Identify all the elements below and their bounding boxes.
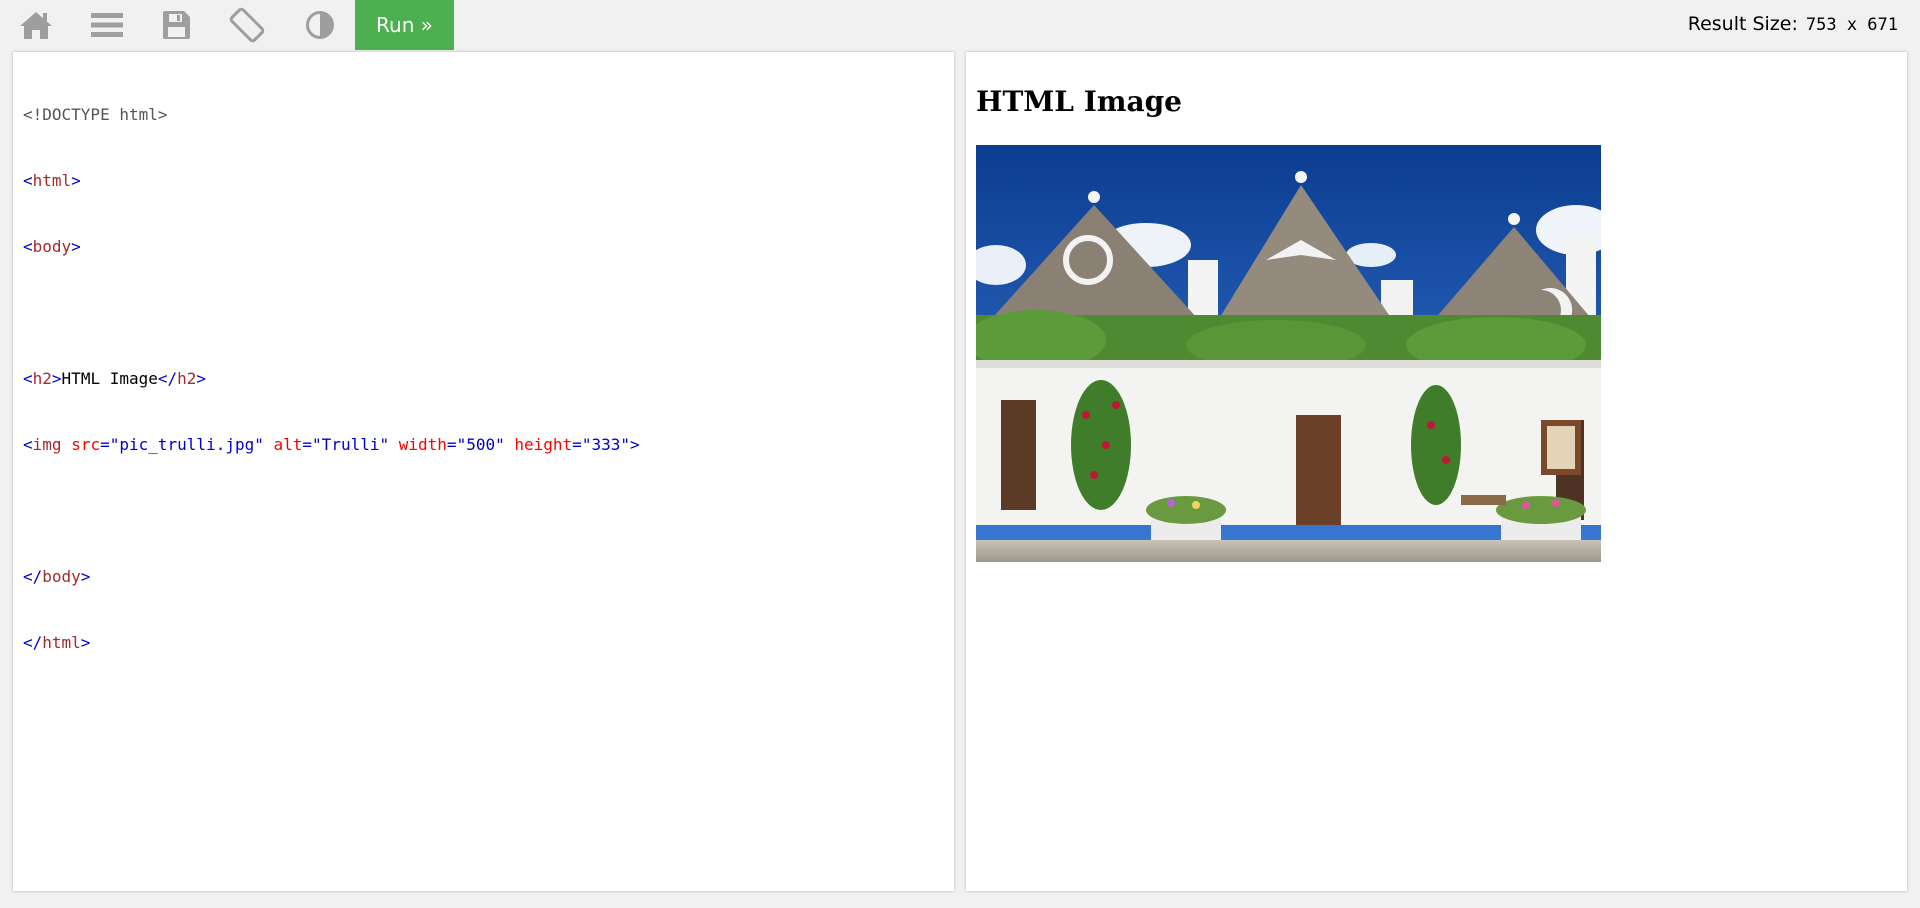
result-size: Result Size: 753 x 671	[1688, 13, 1898, 37]
value-token: "Trulli"	[312, 435, 390, 454]
code-line: <h2>HTML Image</h2>	[23, 369, 207, 388]
tag-token: html	[42, 633, 81, 652]
home-button[interactable]	[0, 0, 72, 50]
trulli-image	[976, 145, 1601, 562]
tag-token: html	[32, 171, 72, 190]
text-token: HTML Image	[61, 369, 158, 388]
value-token: "500"	[456, 435, 505, 454]
run-button[interactable]: Run »	[355, 0, 454, 50]
code-line: </html>	[23, 633, 91, 652]
tag-token: img	[32, 435, 62, 454]
save-icon	[163, 11, 190, 39]
contrast-button[interactable]	[284, 0, 356, 50]
code-line: <body>	[23, 237, 81, 256]
code-editor[interactable]: <!DOCTYPE html> <html> <body> <h2>HTML I…	[13, 52, 954, 891]
code-line: </body>	[23, 567, 91, 586]
attr-token: width	[398, 435, 447, 454]
menu-icon	[91, 13, 123, 37]
value-token: "pic_trulli.jpg"	[109, 435, 264, 454]
result-size-label: Result Size:	[1687, 13, 1798, 35]
code-line: <img src="pic_trulli.jpg" alt="Trulli" w…	[23, 435, 640, 454]
attr-token: alt	[273, 435, 303, 454]
tag-token: h2	[32, 369, 52, 388]
result-size-value: 753 x 671	[1805, 15, 1898, 35]
tag-token: h2	[177, 369, 197, 388]
save-button[interactable]	[140, 0, 212, 50]
attr-token: height	[514, 435, 573, 454]
home-icon	[20, 12, 52, 39]
tag-token: body	[42, 567, 81, 586]
result-heading: HTML Image	[976, 85, 1182, 118]
doctype-token: <!DOCTYPE html>	[23, 105, 168, 124]
code-text[interactable]: <!DOCTYPE html> <html> <body> <h2>HTML I…	[23, 60, 640, 698]
toolbar: Run » Result Size: 753 x 671	[0, 0, 1920, 50]
rotate-icon	[229, 7, 265, 43]
tag-token: body	[32, 237, 72, 256]
rotate-button[interactable]	[211, 0, 283, 50]
result-panel: HTML Image	[966, 52, 1907, 891]
menu-button[interactable]	[71, 0, 143, 50]
code-line: <!DOCTYPE html>	[23, 104, 640, 126]
value-token: "333"	[581, 435, 630, 454]
code-line: <html>	[23, 171, 81, 190]
contrast-icon	[306, 11, 334, 39]
attr-token: src	[71, 435, 101, 454]
